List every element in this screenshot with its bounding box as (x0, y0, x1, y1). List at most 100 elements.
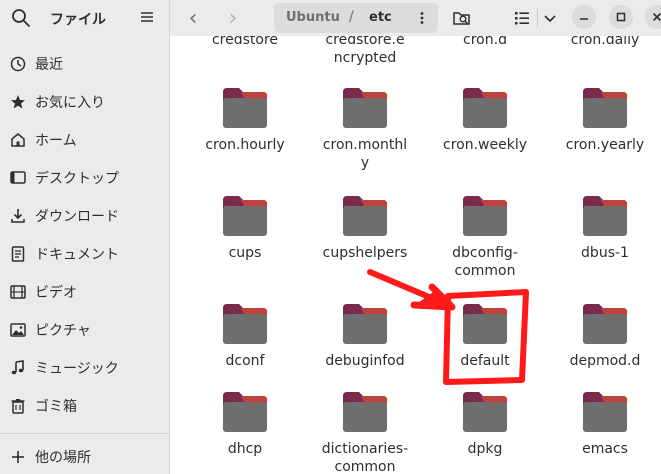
sidebar-item-label: ダウンロード (35, 209, 119, 225)
sidebar-item-desktop[interactable]: デスクトップ (0, 163, 169, 193)
folder-icon (583, 304, 627, 344)
folder-search-icon (453, 12, 470, 25)
download-icon (11, 209, 25, 223)
file-name: depmod.d (569, 353, 641, 369)
sidebar-item-music[interactable]: ミュージック (0, 353, 169, 383)
close-button[interactable] (645, 5, 661, 29)
minimize-button[interactable] (572, 5, 596, 29)
folder-icon (343, 304, 387, 344)
folder-icon (343, 392, 387, 432)
file-name: dictionaries-common (321, 441, 409, 474)
hamburger-menu-icon[interactable] (140, 9, 154, 25)
sidebar-item-starred[interactable]: お気に入り (0, 87, 169, 117)
sidebar-item-label: ビデオ (35, 285, 77, 301)
header-separator (537, 9, 538, 27)
folder-icon (463, 196, 507, 236)
sidebar-item-downloads[interactable]: ダウンロード (0, 201, 169, 231)
file-name: cups (228, 245, 262, 261)
file-name-partial[interactable]: cron.daily (555, 36, 655, 49)
file-name: cron.monthl y (322, 137, 408, 171)
sidebar-item-trash[interactable]: ゴミ箱 (0, 391, 169, 421)
more-vertical-icon[interactable] (414, 10, 430, 26)
sidebar-item-label: デスクトップ (35, 171, 119, 187)
maximize-button[interactable] (609, 5, 633, 29)
folder-item[interactable]: dpkg (435, 390, 535, 458)
file-grid: credstore credstore.e ncrypted cron.d cro… (170, 36, 661, 474)
sidebar-item-label: お気に入り (35, 95, 105, 111)
list-view-icon (515, 12, 529, 25)
path-bar: Ubuntu / etc (274, 3, 438, 33)
folder-item[interactable]: dconf (195, 302, 295, 370)
folder-item[interactable]: cron.yearly (555, 86, 655, 154)
folder-item[interactable]: dictionaries-common (315, 390, 415, 474)
folder-item[interactable]: dbconfig-common (435, 194, 535, 280)
folder-item[interactable]: cron.monthl y (315, 86, 415, 172)
trash-icon (11, 399, 25, 414)
chevron-right-icon: › (228, 5, 238, 31)
app-title: ファイル (50, 12, 106, 28)
folder-icon (463, 392, 507, 432)
document-icon (11, 246, 25, 262)
sidebar-item-other-locations[interactable]: 他の場所 (0, 442, 169, 472)
view-list-button[interactable] (510, 6, 534, 30)
sidebar-item-label: ピクチャ (35, 323, 91, 339)
folder-item[interactable]: debuginfod (315, 302, 415, 370)
maximize-icon (616, 12, 626, 22)
path-separator: / (349, 9, 354, 25)
folder-icon (583, 392, 627, 432)
folder-item[interactable]: default (435, 302, 535, 370)
folder-item[interactable]: cupshelpers (315, 194, 415, 262)
chevron-left-icon: ‹ (188, 5, 198, 31)
video-icon (10, 285, 26, 299)
sidebar-item-recent[interactable]: 最近 (0, 49, 169, 79)
clock-icon (10, 56, 26, 72)
folder-item[interactable]: cron.hourly (195, 86, 295, 154)
sidebar-item-label: 最近 (35, 57, 63, 73)
folder-item[interactable]: dbus-1 (555, 194, 655, 262)
folder-icon (463, 88, 507, 128)
home-icon (11, 133, 25, 147)
file-name: cupshelpers (322, 245, 408, 261)
folder-icon (223, 392, 267, 432)
folder-icon (223, 196, 267, 236)
folder-icon (223, 304, 267, 344)
folder-item[interactable]: emacs (555, 390, 655, 458)
folder-item[interactable]: cron.weekly (435, 86, 535, 154)
file-name: default (460, 353, 510, 369)
plus-icon (12, 451, 24, 463)
sidebar-item-label: ドキュメント (35, 247, 119, 263)
desktop-icon (10, 171, 26, 184)
sidebar-item-videos[interactable]: ビデオ (0, 277, 169, 307)
folder-icon (343, 196, 387, 236)
forward-button[interactable]: › (220, 5, 246, 31)
file-name: dbus-1 (581, 245, 629, 261)
picture-icon (10, 323, 26, 337)
search-icon[interactable] (10, 7, 32, 29)
sidebar: ファイル 最近 お気に入り ホーム デスクトップ ダウンロード ドキュメント ビ… (0, 0, 170, 474)
path-segment-etc[interactable]: etc (369, 10, 392, 25)
sidebar-item-documents[interactable]: ドキュメント (0, 239, 169, 269)
header-bar: ‹ › Ubuntu / etc (170, 0, 661, 36)
back-button[interactable]: ‹ (180, 5, 206, 31)
search-location-button[interactable] (450, 6, 474, 30)
folder-icon (583, 88, 627, 128)
sidebar-item-label: 他の場所 (35, 450, 91, 466)
close-icon (652, 12, 661, 22)
sidebar-item-home[interactable]: ホーム (0, 125, 169, 155)
minimize-icon (580, 18, 588, 20)
file-name-partial[interactable]: cron.d (435, 36, 535, 49)
sidebar-item-pictures[interactable]: ピクチャ (0, 315, 169, 345)
folder-icon (343, 88, 387, 128)
folder-item[interactable]: cups (195, 194, 295, 262)
file-name-partial[interactable]: credstore (195, 36, 295, 49)
folder-item[interactable]: depmod.d (555, 302, 655, 370)
file-name-partial[interactable]: credstore.e ncrypted (315, 36, 415, 67)
folder-icon (463, 304, 507, 344)
folder-icon (223, 88, 267, 128)
file-name: dhcp (227, 441, 263, 457)
path-segment-ubuntu[interactable]: Ubuntu (286, 10, 340, 25)
view-options-button[interactable] (539, 6, 561, 30)
sidebar-divider (0, 433, 169, 434)
folder-item[interactable]: dhcp (195, 390, 295, 458)
file-name: dbconfig-common (452, 245, 518, 279)
